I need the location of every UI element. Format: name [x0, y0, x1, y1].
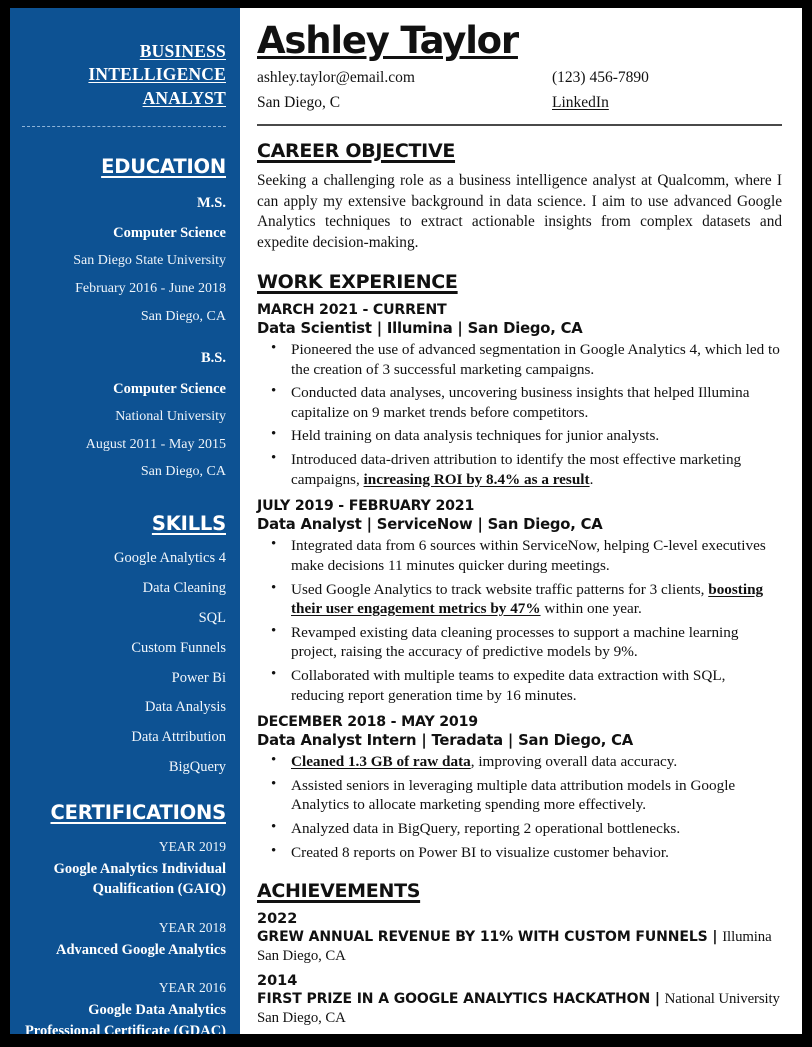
section-heading-career-objective: CAREER OBJECTIVE	[257, 140, 456, 163]
sidebar-job-title: BUSINESS INTELLIGENCE ANALYST	[88, 41, 226, 108]
work-bullet: Cleaned 1.3 GB of raw data, improving ov…	[257, 751, 782, 772]
achievement-entry: 2014 FIRST PRIZE IN A GOOGLE ANALYTICS H…	[257, 973, 782, 1027]
work-bullet: Held training on data analysis technique…	[257, 425, 782, 446]
education-major: Computer Science	[113, 225, 226, 242]
education-dates: February 2016 - June 2018	[75, 281, 226, 297]
certification-year: YEAR 2018	[158, 919, 226, 935]
career-objective-text: Seeking a challenging role as a business…	[257, 172, 782, 251]
work-bullet: Collaborated with multiple teams to expe…	[257, 665, 782, 705]
education-degree: M.S.	[197, 194, 226, 211]
section-heading-achievements: ACHIEVEMENTS	[257, 880, 421, 903]
work-dates: JULY 2019 - FEBRUARY 2021	[257, 498, 475, 515]
education-entry: M.S. Computer Science San Diego State Un…	[22, 192, 226, 329]
work-bullet: Used Google Analytics to track website t…	[257, 579, 782, 619]
linkedin-link[interactable]: LinkedIn	[552, 94, 609, 111]
work-bullet: Created 8 reports on Power BI to visuali…	[257, 842, 782, 863]
header-divider	[257, 124, 782, 127]
sidebar-divider	[22, 125, 226, 127]
work-bullets: Integrated data from 6 sources within Se…	[257, 535, 782, 705]
location-text: San Diego, C	[257, 94, 341, 112]
certification-entry: YEAR 2019 Google Analytics Individual Qu…	[22, 838, 226, 900]
work-title-company: Data Analyst Intern | Teradata | San Die…	[257, 732, 634, 750]
work-bullets: Cleaned 1.3 GB of raw data, improving ov…	[257, 751, 782, 863]
education-dates: August 2011 - May 2015	[85, 436, 226, 452]
phone-text: (123) 456-7890	[552, 69, 649, 87]
work-dates: DECEMBER 2018 - MAY 2019	[257, 714, 478, 731]
certification-name: Google Analytics Individual Qualificatio…	[53, 860, 226, 898]
education-degree: B.S.	[201, 350, 226, 367]
education-school: National University	[115, 409, 226, 425]
education-entry: B.S. Computer Science National Universit…	[22, 347, 226, 484]
work-bullet: Pioneered the use of advanced segmentati…	[257, 339, 782, 379]
sidebar: BUSINESS INTELLIGENCE ANALYST EDUCATION …	[10, 8, 240, 1034]
skill-item: SQL	[198, 609, 226, 626]
skill-item: Google Analytics 4	[114, 550, 226, 567]
achievement-entry: 2022 GREW ANNUAL REVENUE BY 11% WITH CUS…	[257, 911, 782, 965]
work-dates: MARCH 2021 - CURRENT	[257, 302, 447, 319]
work-title-company: Data Scientist | Illumina | San Diego, C…	[257, 320, 583, 338]
certification-year: YEAR 2019	[158, 838, 226, 854]
certification-entry: YEAR 2018 Advanced Google Analytics	[22, 919, 226, 960]
achievement-year: 2022	[257, 911, 298, 928]
education-school: San Diego State University	[73, 253, 226, 269]
skill-item: Custom Funnels	[131, 639, 226, 656]
main-column: Ashley Taylor ashley.taylor@email.com (1…	[240, 8, 802, 1034]
work-bullet: Introduced data-driven attribution to id…	[257, 449, 782, 489]
work-bullets: Pioneered the use of advanced segmentati…	[257, 339, 782, 489]
work-entry: MARCH 2021 - CURRENT Data Scientist | Il…	[257, 302, 782, 489]
achievement-title: GREW ANNUAL REVENUE BY 11% WITH CUSTOM F…	[257, 929, 772, 964]
contact-info: ashley.taylor@email.com (123) 456-7890 S…	[257, 68, 782, 113]
skill-item: BigQuery	[168, 759, 226, 776]
page-title: Ashley Taylor	[257, 19, 519, 62]
skills-list: Google Analytics 4 Data Cleaning SQL Cus…	[22, 549, 226, 777]
skill-item: Power Bi	[171, 669, 226, 686]
work-bullet: Conducted data analyses, uncovering busi…	[257, 382, 782, 422]
sidebar-heading-skills: SKILLS	[151, 512, 226, 536]
certification-year: YEAR 2016	[158, 980, 226, 996]
education-location: San Diego, CA	[140, 464, 226, 480]
education-location: San Diego, CA	[140, 308, 226, 324]
work-bullet: Assisted seniors in leveraging multiple …	[257, 775, 782, 815]
work-entry: DECEMBER 2018 - MAY 2019 Data Analyst In…	[257, 714, 782, 862]
work-title-company: Data Analyst | ServiceNow | San Diego, C…	[257, 516, 603, 534]
work-bullet: Analyzed data in BigQuery, reporting 2 o…	[257, 818, 782, 839]
work-entry: JULY 2019 - FEBRUARY 2021 Data Analyst |…	[257, 498, 782, 705]
education-major: Computer Science	[113, 380, 226, 397]
certification-entry: YEAR 2016 Google Data Analytics Professi…	[22, 979, 226, 1034]
certification-name: Google Data Analytics Professional Certi…	[24, 1002, 226, 1034]
skill-item: Data Analysis	[145, 699, 226, 716]
section-heading-work-experience: WORK EXPERIENCE	[257, 271, 458, 294]
work-bullet: Revamped existing data cleaning processe…	[257, 622, 782, 662]
achievement-year: 2014	[257, 973, 298, 990]
sidebar-heading-certifications: CERTIFICATIONS	[50, 800, 227, 824]
skill-item: Data Cleaning	[142, 579, 226, 596]
resume-page: BUSINESS INTELLIGENCE ANALYST EDUCATION …	[10, 8, 802, 1034]
email-text: ashley.taylor@email.com	[257, 69, 415, 87]
sidebar-heading-education: EDUCATION	[101, 154, 226, 178]
skill-item: Data Attribution	[131, 729, 226, 746]
certification-name: Advanced Google Analytics	[56, 941, 226, 958]
work-bullet: Integrated data from 6 sources within Se…	[257, 535, 782, 575]
achievement-title: FIRST PRIZE IN A GOOGLE ANALYTICS HACKAT…	[257, 991, 780, 1026]
